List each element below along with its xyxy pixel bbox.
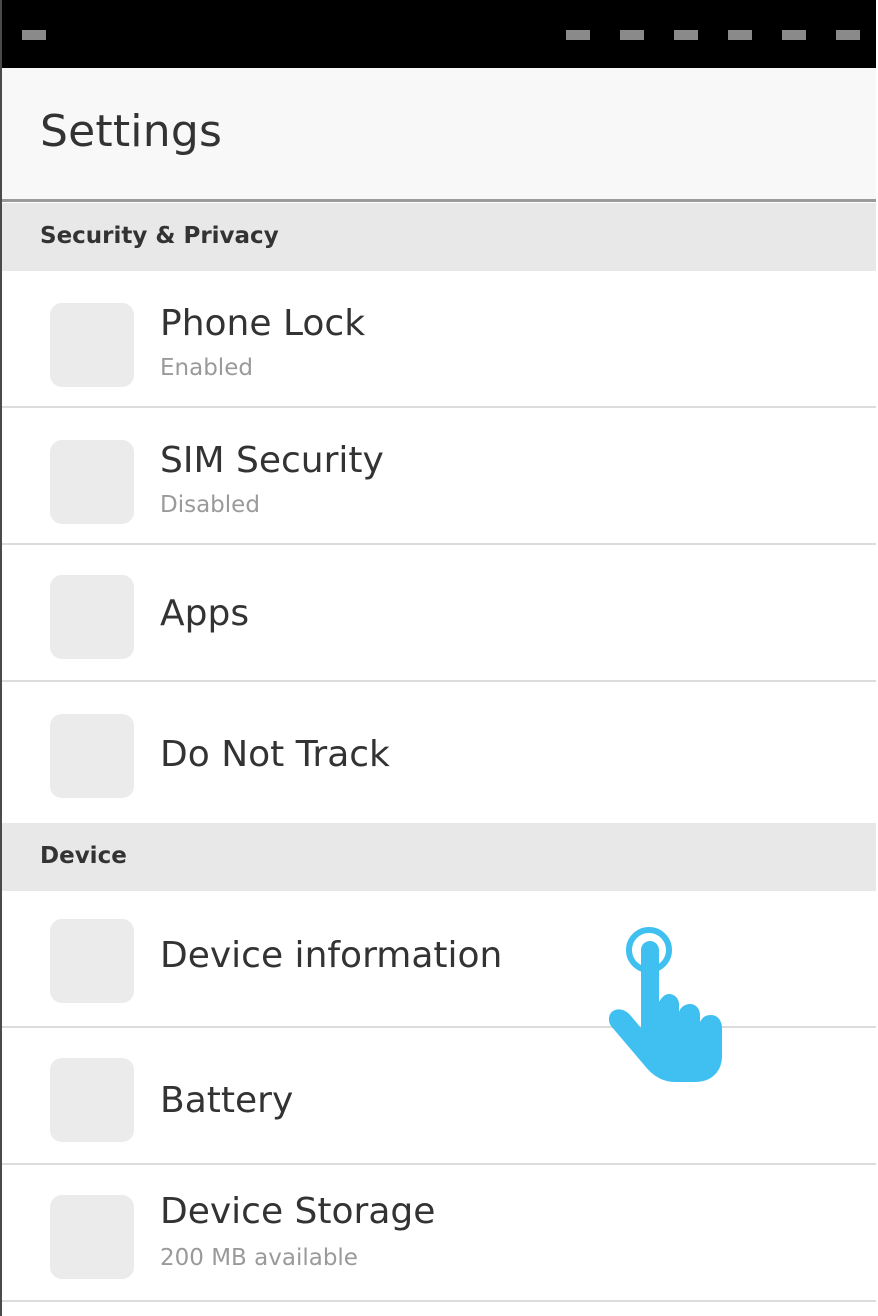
list-item-sim-security[interactable]: SIM Security Disabled (2, 408, 876, 545)
item-title: Device Storage (160, 1191, 436, 1232)
sim-security-icon (50, 440, 134, 524)
status-icon-2 (620, 30, 644, 40)
do-not-track-icon (50, 714, 134, 798)
device-information-icon (50, 919, 134, 1003)
phone-lock-icon (50, 303, 134, 387)
app-header: Settings (2, 68, 876, 202)
list-item-do-not-track[interactable]: Do Not Track (2, 682, 876, 823)
settings-screen: Settings Security & Privacy Phone Lock E… (0, 0, 876, 1316)
list-item-phone-lock[interactable]: Phone Lock Enabled (2, 271, 876, 408)
section-header-security-privacy: Security & Privacy (2, 203, 876, 271)
item-title: Device information (160, 935, 503, 976)
item-title: Apps (160, 593, 250, 634)
section-header-device: Device (2, 823, 876, 891)
item-title: Phone Lock (160, 303, 366, 344)
item-subtitle: Enabled (160, 355, 253, 381)
item-title: Do Not Track (160, 734, 390, 775)
device-storage-icon (50, 1195, 134, 1279)
battery-icon (50, 1058, 134, 1142)
status-left-indicator-icon (22, 30, 46, 40)
status-icon-6 (836, 30, 860, 40)
page-title: Settings (40, 106, 223, 157)
item-title: Battery (160, 1080, 294, 1121)
status-icon-4 (728, 30, 752, 40)
list-item-apps[interactable]: Apps (2, 545, 876, 682)
section-label: Device (40, 843, 127, 869)
item-title: SIM Security (160, 440, 384, 481)
tap-hand-icon (608, 927, 722, 1082)
apps-icon (50, 575, 134, 659)
item-subtitle: Disabled (160, 492, 260, 518)
status-bar (2, 0, 876, 68)
status-icon-5 (782, 30, 806, 40)
item-subtitle: 200 MB available (160, 1245, 358, 1271)
status-icon-3 (674, 30, 698, 40)
section-label: Security & Privacy (40, 223, 279, 249)
list-item-device-storage[interactable]: Device Storage 200 MB available (2, 1165, 876, 1302)
status-icon-1 (566, 30, 590, 40)
